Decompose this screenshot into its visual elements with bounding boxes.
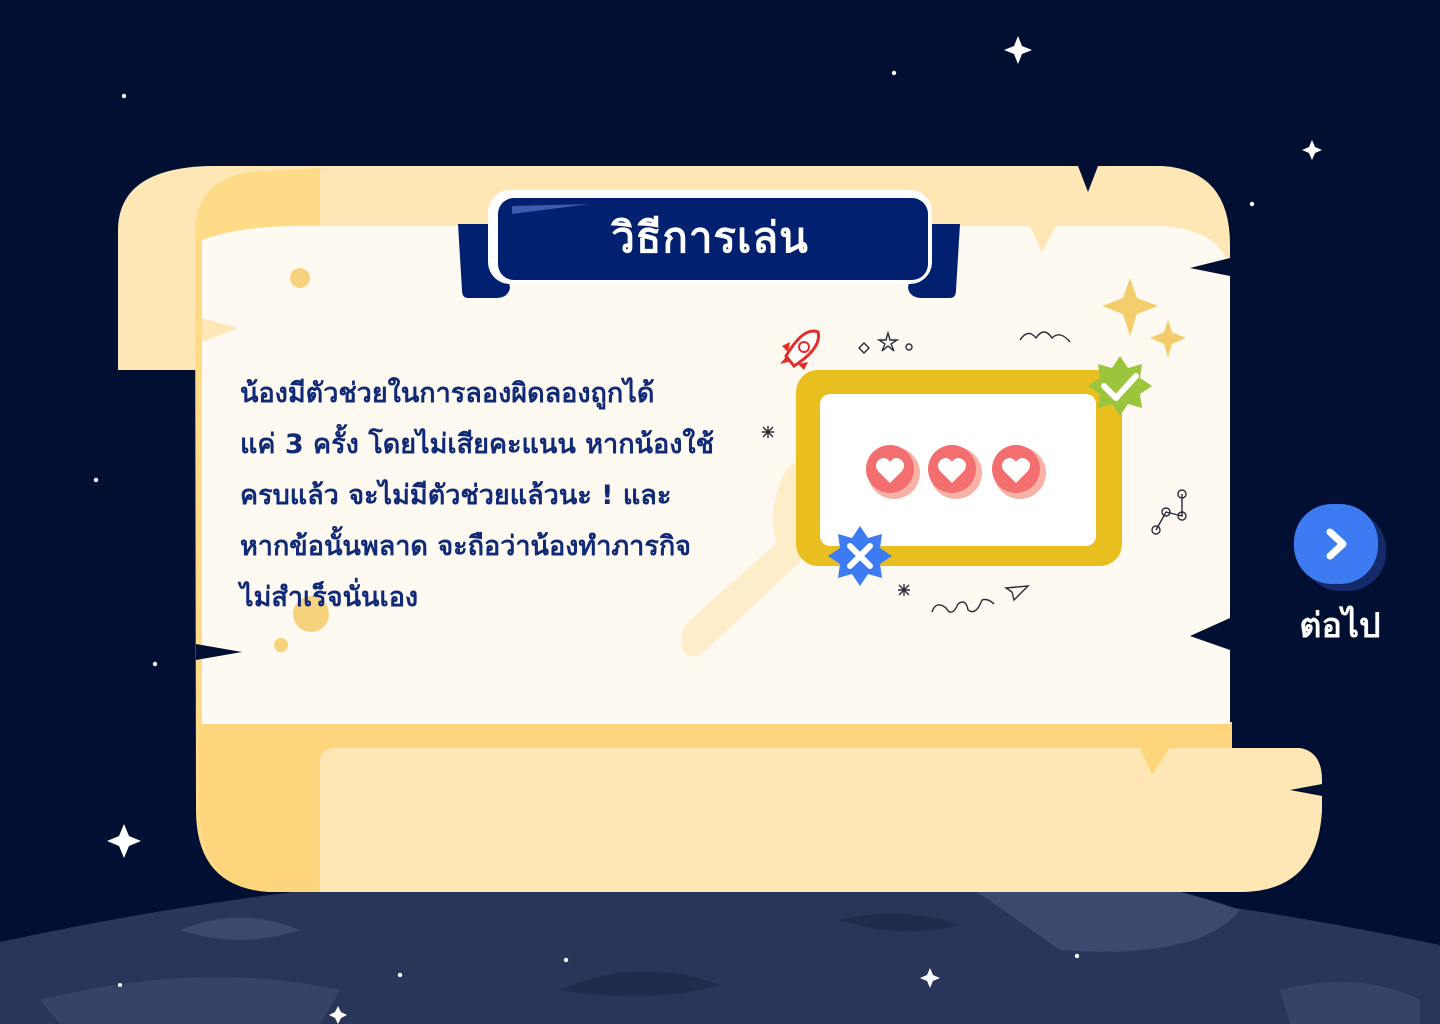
next-button[interactable]	[1294, 504, 1378, 584]
instructions-text: น้องมีตัวช่วยในการลองผิดลองถูกได้ แค่ 3 …	[240, 368, 770, 623]
instructions-line: ครบแล้ว จะไม่มีตัวช่วยแล้วนะ ! และ	[240, 480, 672, 511]
scroll-bottom-paper	[320, 748, 1322, 892]
star-icon	[1004, 36, 1032, 64]
dialog-title: วิธีการเล่น	[611, 213, 809, 262]
star-icon	[107, 824, 141, 858]
chevron-right-icon	[1326, 528, 1347, 560]
instructions-line: น้องมีตัวช่วยในการลองผิดลองถูกได้	[240, 378, 655, 409]
next-button-label[interactable]: ต่อไป	[1286, 598, 1394, 652]
instructions-line: แค่ 3 ครั้ง โดยไม่เสียคะแนน หากน้องใช้	[240, 429, 714, 460]
lives-hearts	[866, 445, 1046, 499]
instructions-line: ไม่สำเร็จนั่นเอง	[240, 582, 419, 613]
instructions-line: หากข้อนั้นพลาด จะถือว่าน้องทำภารกิจ	[240, 531, 691, 562]
star-icon	[1302, 140, 1322, 160]
